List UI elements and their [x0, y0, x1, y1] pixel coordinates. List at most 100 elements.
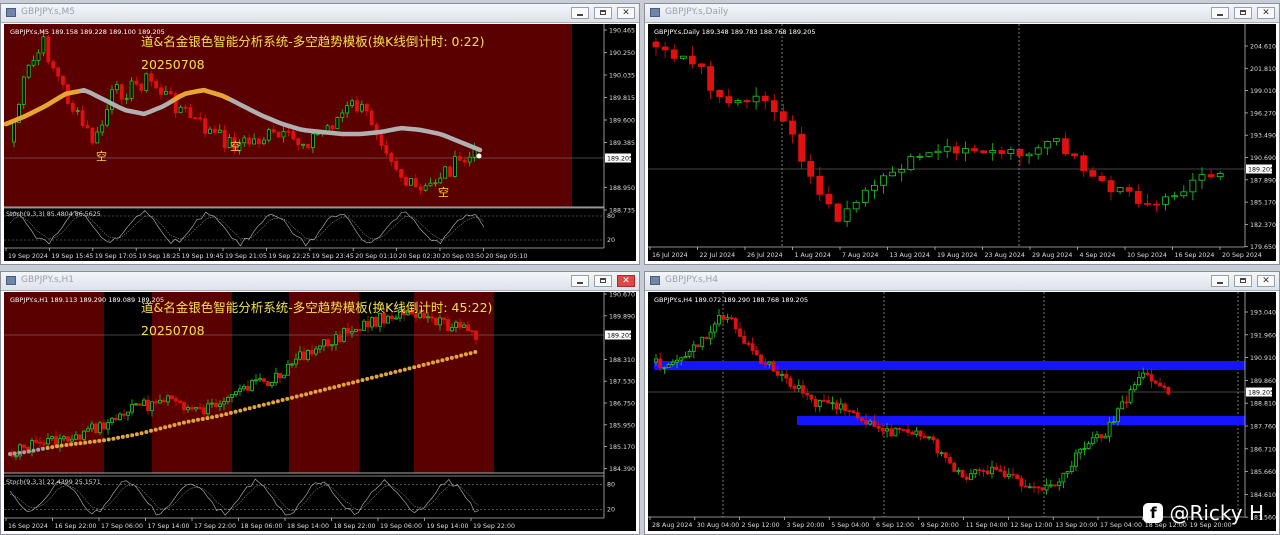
candle-body: [306, 350, 310, 360]
chart-window-icon: [6, 276, 16, 285]
candle-body: [816, 175, 824, 195]
candle-body: [31, 59, 36, 66]
minimize-button[interactable]: [1211, 7, 1229, 19]
ma-dot: [346, 381, 351, 386]
candle-body: [927, 436, 931, 439]
candle-body: [159, 87, 163, 95]
price-tick-label: 184.390: [609, 466, 635, 473]
chart-window-h1[interactable]: GBPJPY.s,H1 ✕ Stoch(9,3,3) 22.4399 25.15…: [0, 271, 640, 535]
candle-body: [1180, 191, 1188, 197]
candle-body: [931, 436, 936, 441]
ma-dot: [252, 405, 257, 410]
candle-body: [1082, 448, 1087, 450]
time-tick-label: 29 Aug 2024: [1032, 252, 1072, 259]
candle-body: [1111, 421, 1116, 424]
chart-canvas[interactable]: 193.040 191.960 190.910 189.860 188.810 187.7…: [648, 292, 1276, 531]
price-chart[interactable]: Stoch(9,3,3) 22.4399 25.1571 80 20 190.670…: [4, 292, 636, 531]
candle-body: [834, 402, 839, 410]
candle-body: [1124, 401, 1129, 404]
candle-body: [1015, 474, 1020, 480]
maximize-button[interactable]: [1234, 275, 1252, 287]
window-titlebar[interactable]: GBPJPY.s,Daily ✕: [645, 4, 1279, 23]
ma-dot: [205, 416, 210, 421]
time-tick-label: 17 Sep 22:00: [194, 523, 236, 530]
time-tick-label: 17 Sep 04:00: [1100, 522, 1142, 529]
candle-body: [250, 380, 254, 391]
close-button[interactable]: ✕: [617, 275, 635, 287]
chart-canvas[interactable]: Stoch(9,3,3) 22.4399 25.1571 80 20 190.670…: [4, 292, 636, 531]
indicator-overlay-title: 道&名金银色智能分析系统-多空趋势模板(换K线倒计时: 0:22): [141, 34, 484, 49]
candle-body: [301, 143, 306, 146]
candle-body: [1162, 196, 1169, 205]
chart-window-m5[interactable]: GBPJPY.s,M5 ✕ 空 空 空 Stoch(9,3,3) 85.4804…: [0, 3, 640, 265]
time-tick-label: 12 Sep 12:00: [1010, 522, 1052, 529]
candle-body: [687, 351, 692, 357]
price-chart[interactable]: 空 空 空 Stoch(9,3,3) 85.4804 86.5625 80 20 1…: [4, 24, 636, 261]
ma-dot: [275, 399, 280, 404]
candle-body: [1137, 376, 1141, 386]
candle-body: [247, 137, 252, 145]
ma-dot: [379, 373, 384, 378]
window-titlebar[interactable]: GBPJPY.s,H1 ✕: [1, 272, 639, 291]
candle-body: [666, 364, 671, 368]
chart-canvas[interactable]: 空 空 空 Stoch(9,3,3) 85.4804 86.5625 8020 1…: [4, 24, 636, 261]
time-tick-label: 18 Sep 06:00: [241, 523, 283, 530]
candle-body: [780, 373, 784, 376]
candle-body: [689, 55, 696, 65]
candle-body: [193, 117, 198, 119]
ma-dot: [468, 351, 473, 356]
time-tick-label: 13 Sep 20:00: [1055, 522, 1097, 529]
candle-body: [190, 407, 194, 410]
candle-body: [105, 109, 109, 126]
candle-body: [78, 434, 82, 440]
minimize-button[interactable]: [1211, 275, 1229, 287]
candle-body: [1171, 195, 1179, 198]
candle-body: [1099, 434, 1104, 439]
maximize-button[interactable]: [1234, 7, 1252, 19]
chart-canvas[interactable]: 204.610 201.810 199.010 196.270 193.490 190.6…: [648, 24, 1276, 261]
minimize-button[interactable]: [571, 275, 589, 287]
chart-window-daily[interactable]: GBPJPY.s,Daily ✕ 204.610 201.810 199.010 19…: [644, 3, 1280, 265]
ma-dot: [186, 419, 191, 424]
window-titlebar[interactable]: GBPJPY.s,M5 ✕: [1, 4, 639, 23]
candle-body: [281, 130, 286, 138]
ma-dot: [97, 438, 102, 443]
candle-body: [952, 462, 957, 472]
maximize-button[interactable]: [594, 275, 612, 287]
ma-dot: [17, 450, 22, 455]
current-price-label: 189.205: [1248, 167, 1274, 174]
candle-body: [1069, 465, 1074, 472]
candle-body: [450, 327, 454, 332]
ma-dot: [134, 432, 139, 437]
ma-dot: [172, 423, 177, 427]
time-tick-label: 19 Sep 17:05: [95, 253, 137, 260]
candle-body: [318, 345, 322, 350]
candle-body: [322, 339, 326, 347]
maximize-button[interactable]: [594, 7, 612, 19]
close-button[interactable]: ✕: [617, 7, 635, 19]
candle-body: [230, 394, 234, 398]
window-titlebar[interactable]: GBPJPY.s,H4 ✕: [645, 272, 1279, 291]
ma-dot: [257, 403, 262, 408]
candle-body: [989, 150, 997, 154]
ma-dot: [398, 368, 403, 373]
ma-dot: [421, 362, 426, 367]
candle-body: [798, 133, 806, 162]
candle-body: [761, 95, 769, 102]
candle-body: [1074, 452, 1078, 467]
ma-dot: [459, 353, 464, 358]
price-chart[interactable]: 204.610 201.810 199.010 196.270 193.490 190.6…: [648, 24, 1276, 261]
candle-body: [222, 401, 226, 405]
close-button[interactable]: ✕: [1257, 7, 1275, 19]
close-button[interactable]: ✕: [1257, 275, 1275, 287]
price-chart[interactable]: 193.040 191.960 190.910 189.860 188.810 187.7…: [648, 292, 1276, 531]
price-tick-label: 187.760: [1250, 424, 1276, 431]
minimize-button[interactable]: [571, 7, 589, 19]
candle-body: [50, 436, 54, 440]
ma-dot: [313, 389, 318, 394]
price-tick-label: 182.370: [1250, 222, 1276, 229]
candle-body: [345, 105, 350, 114]
chart-window-h4[interactable]: GBPJPY.s,H4 ✕ 193.040 191.960 190.910 189.8…: [644, 271, 1280, 535]
chart-window-icon: [650, 276, 660, 285]
candle-body: [335, 117, 340, 130]
